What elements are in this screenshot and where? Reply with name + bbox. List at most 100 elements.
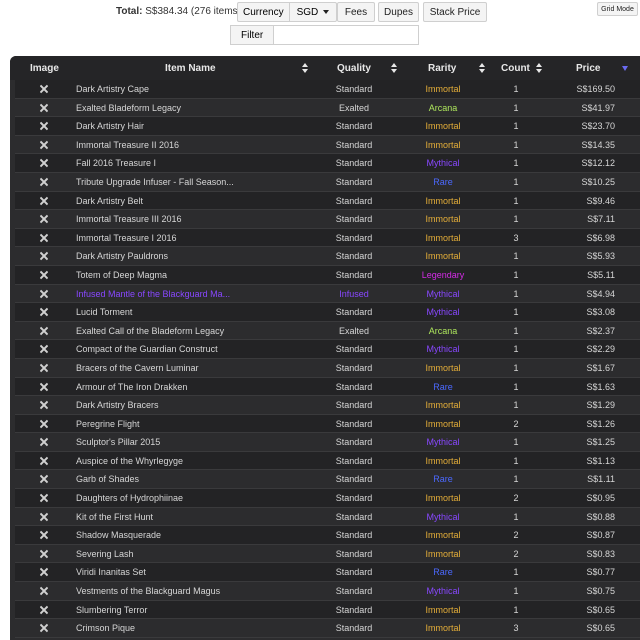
- grid-mode-button[interactable]: Grid Mode: [597, 2, 638, 16]
- remove-icon-cell[interactable]: [40, 378, 48, 396]
- table-row[interactable]: Crimson Pique Standard Immortal 3 S$0.65: [15, 619, 640, 638]
- item-name[interactable]: Peregrine Flight: [76, 415, 291, 433]
- item-name[interactable]: Immortal Treasure III 2016: [76, 210, 291, 228]
- remove-icon-cell[interactable]: [40, 508, 48, 526]
- item-name[interactable]: Fall 2016 Treasure I: [76, 154, 291, 172]
- table-row[interactable]: Dark Artistry Cape Standard Immortal 1 S$169…: [15, 80, 640, 99]
- table-row[interactable]: Tribute Upgrade Infuser - Fall Season...…: [15, 172, 640, 192]
- remove-icon-cell[interactable]: [40, 303, 48, 321]
- table-row[interactable]: Vestments of the Blackguard Magus Standar…: [15, 582, 640, 601]
- remove-icon-cell[interactable]: [40, 601, 48, 619]
- table-row[interactable]: Infused Mantle of the Blackguard Ma... In…: [15, 284, 640, 304]
- table-row[interactable]: Armour of The Iron Drakken Standard Rare 1 S…: [15, 377, 640, 397]
- remove-icon-cell[interactable]: [40, 582, 48, 600]
- close-icon[interactable]: [40, 215, 48, 223]
- item-name[interactable]: Dark Artistry Pauldrons: [76, 247, 291, 265]
- item-name[interactable]: Armour of The Iron Drakken: [76, 378, 291, 396]
- close-icon[interactable]: [40, 513, 48, 521]
- item-name[interactable]: Sculptor's Pillar 2015: [76, 433, 291, 451]
- currency-selector[interactable]: Currency SGD: [237, 2, 338, 22]
- remove-icon-cell[interactable]: [40, 619, 48, 637]
- close-icon[interactable]: [40, 178, 48, 186]
- remove-icon-cell[interactable]: [40, 192, 48, 210]
- item-name[interactable]: Dark Artistry Belt: [76, 192, 291, 210]
- table-row[interactable]: Fall 2016 Treasure I Standard Mythical 1 S$1…: [15, 154, 640, 173]
- item-name[interactable]: Infused Mantle of the Blackguard Ma...: [76, 285, 291, 303]
- close-icon[interactable]: [40, 290, 48, 298]
- table-row[interactable]: Sculptor's Pillar 2015 Standard Mythical 1 S…: [15, 433, 640, 452]
- close-icon[interactable]: [40, 234, 48, 242]
- remove-icon-cell[interactable]: [40, 322, 48, 340]
- table-row[interactable]: Immortal Treasure III 2016 Standard Immort…: [15, 210, 640, 229]
- close-icon[interactable]: [40, 475, 48, 483]
- item-name[interactable]: Crimson Pique: [76, 619, 291, 637]
- remove-icon-cell[interactable]: [40, 545, 48, 563]
- remove-icon-cell[interactable]: [40, 563, 48, 581]
- close-icon[interactable]: [40, 159, 48, 167]
- fees-button[interactable]: Fees: [337, 2, 375, 22]
- column-header-name[interactable]: Item Name: [165, 56, 308, 80]
- table-row[interactable]: Bracers of the Cavern Luminar Standard Imm…: [15, 358, 640, 378]
- remove-icon-cell[interactable]: [40, 247, 48, 265]
- close-icon[interactable]: [40, 401, 48, 409]
- table-row[interactable]: Dark Artistry Belt Standard Immortal 1 S$9.4…: [15, 191, 640, 211]
- table-row[interactable]: Lucid Torment Standard Mythical 1 S$3.08: [15, 303, 640, 322]
- remove-icon-cell[interactable]: [40, 229, 48, 247]
- close-icon[interactable]: [40, 345, 48, 353]
- item-name[interactable]: Dark Artistry Cape: [76, 80, 291, 98]
- item-name[interactable]: Auspice of the Whyrlegyge: [76, 452, 291, 470]
- close-icon[interactable]: [40, 606, 48, 614]
- table-row[interactable]: Dark Artistry Hair Standard Immortal 1 S$23.…: [15, 117, 640, 136]
- table-row[interactable]: Compact of the Guardian Construct Standar…: [15, 340, 640, 359]
- item-name[interactable]: Severing Lash: [76, 545, 291, 563]
- close-icon[interactable]: [40, 364, 48, 372]
- column-header-price[interactable]: Price: [576, 56, 600, 80]
- table-row[interactable]: Peregrine Flight Standard Immortal 2 S$1.26: [15, 414, 640, 434]
- remove-icon-cell[interactable]: [40, 285, 48, 303]
- close-icon[interactable]: [40, 85, 48, 93]
- item-name[interactable]: Slumbering Terror: [76, 601, 291, 619]
- item-name[interactable]: Garb of Shades: [76, 470, 291, 488]
- close-icon[interactable]: [40, 104, 48, 112]
- close-icon[interactable]: [40, 197, 48, 205]
- table-row[interactable]: Slumbering Terror Standard Immortal 1 S$0.65: [15, 600, 640, 620]
- remove-icon-cell[interactable]: [40, 359, 48, 377]
- close-icon[interactable]: [40, 383, 48, 391]
- close-icon[interactable]: [40, 271, 48, 279]
- remove-icon-cell[interactable]: [40, 210, 48, 228]
- remove-icon-cell[interactable]: [40, 340, 48, 358]
- remove-icon-cell[interactable]: [40, 266, 48, 284]
- remove-icon-cell[interactable]: [40, 154, 48, 172]
- item-name[interactable]: Bracers of the Cavern Luminar: [76, 359, 291, 377]
- close-icon[interactable]: [40, 438, 48, 446]
- remove-icon-cell[interactable]: [40, 396, 48, 414]
- item-name[interactable]: Vestments of the Blackguard Magus: [76, 582, 291, 600]
- close-icon[interactable]: [40, 252, 48, 260]
- table-row[interactable]: Auspice of the Whyrlegyge Standard Immorta…: [15, 451, 640, 471]
- table-row[interactable]: Garb of Shades Standard Rare 1 S$1.11: [15, 470, 640, 490]
- close-icon[interactable]: [40, 327, 48, 335]
- remove-icon-cell[interactable]: [40, 470, 48, 488]
- filter-input[interactable]: [273, 25, 420, 45]
- table-row[interactable]: Exalted Call of the Bladeform Legacy Exal…: [15, 321, 640, 341]
- column-header-rarity[interactable]: Rarity: [428, 56, 485, 80]
- remove-icon-cell[interactable]: [40, 433, 48, 451]
- table-row[interactable]: Kit of the First Hunt Standard Mythical 1 S$…: [15, 507, 640, 527]
- table-row[interactable]: Totem of Deep Magma Standard Legendary 1 S$5…: [15, 265, 640, 285]
- remove-icon-cell[interactable]: [40, 415, 48, 433]
- remove-icon-cell[interactable]: [40, 173, 48, 191]
- remove-icon-cell[interactable]: [40, 99, 48, 117]
- stack-price-button[interactable]: Stack Price: [423, 2, 487, 22]
- item-name[interactable]: Dark Artistry Hair: [76, 117, 291, 135]
- item-name[interactable]: Compact of the Guardian Construct: [76, 340, 291, 358]
- item-name[interactable]: Totem of Deep Magma: [76, 266, 291, 284]
- close-icon[interactable]: [40, 531, 48, 539]
- remove-icon-cell[interactable]: [40, 80, 48, 98]
- close-icon[interactable]: [40, 550, 48, 558]
- close-icon[interactable]: [40, 308, 48, 316]
- dupes-button[interactable]: Dupes: [378, 2, 419, 22]
- item-name[interactable]: Exalted Call of the Bladeform Legacy: [76, 322, 291, 340]
- table-row[interactable]: Immortal Treasure II 2016 Standard Immorta…: [15, 135, 640, 155]
- item-name[interactable]: Dark Artistry Bracers: [76, 396, 291, 414]
- close-icon[interactable]: [40, 494, 48, 502]
